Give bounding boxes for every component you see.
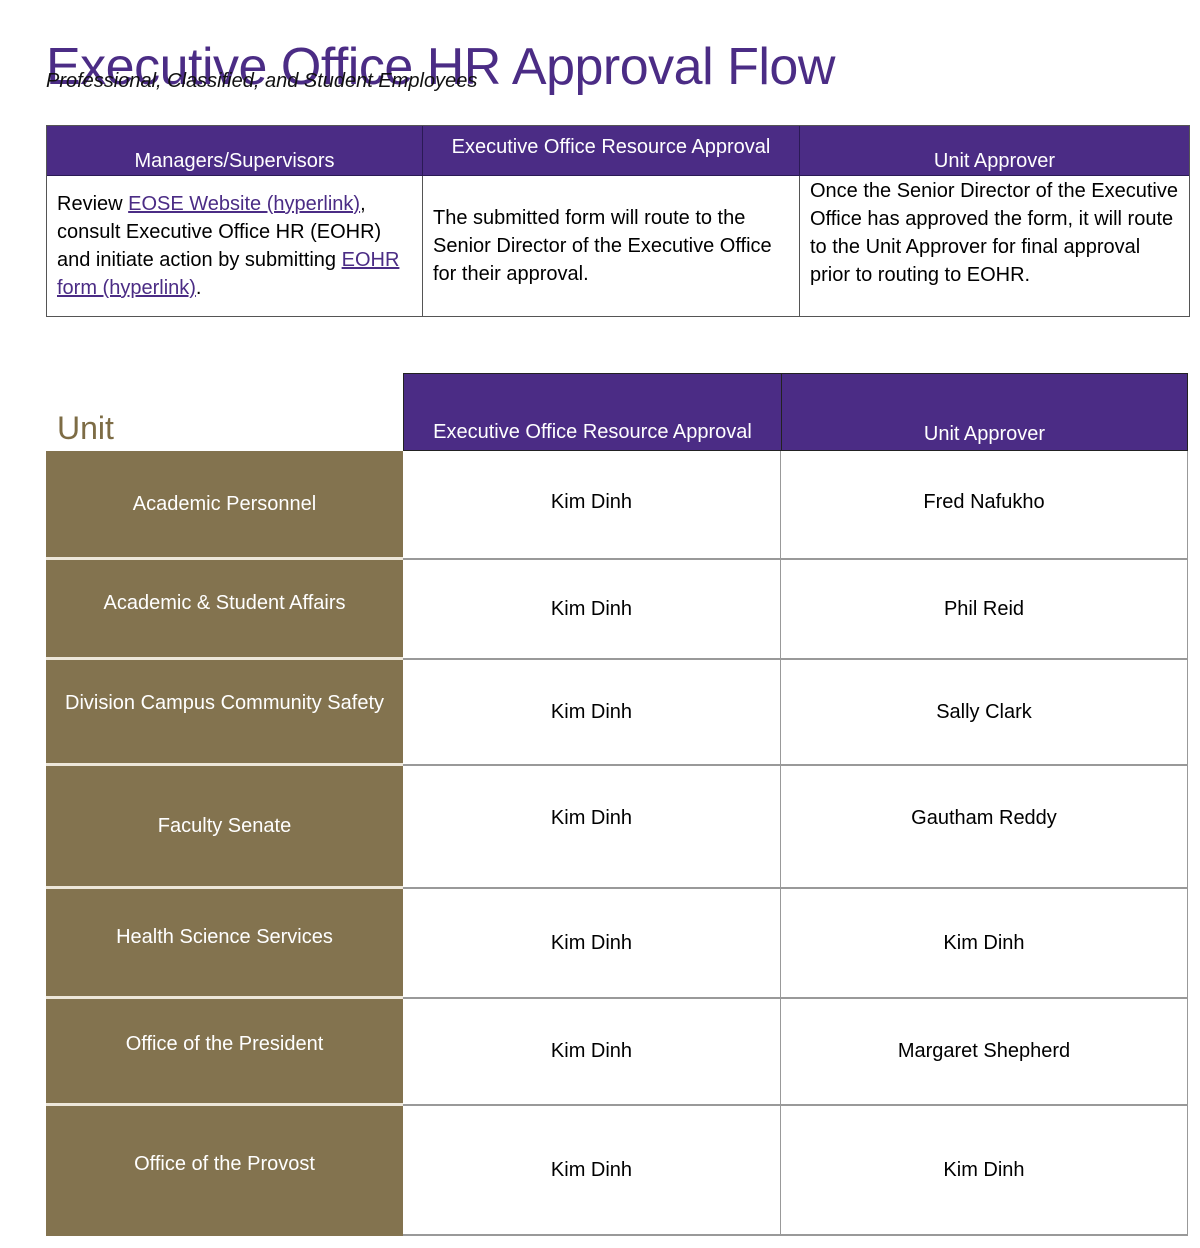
table-row: Health Science Services Kim Dinh Kim Din… [46,889,1188,999]
unit-approver-cell: Fred Nafukho [781,451,1188,560]
flow-cell-resource-approval: The submitted form will route to the Sen… [423,176,800,316]
flow-text-review: Review [57,193,129,215]
unit-approver-cell: Sally Clark [781,660,1188,766]
flow-header-resource-approval: Executive Office Resource Approval [423,126,800,176]
table-row: Academic & Student Affairs Kim Dinh Phil… [46,560,1188,660]
resource-approval-cell: Kim Dinh [403,560,781,660]
flow-text-resource-approval: The submitted form will route to the Sen… [433,207,772,285]
unit-approver-cell: Kim Dinh [781,1106,1188,1236]
flow-cell-unit-approver: Once the Senior Director of the Executiv… [800,176,1189,316]
flow-header-managers: Managers/Supervisors [47,126,423,176]
flow-cell-managers: Review EOSE Website (hyperlink), consult… [47,176,423,316]
approver-table-header: Executive Office Resource Approval Unit … [403,373,1188,451]
eose-website-link[interactable]: EOSE Website (hyperlink) [128,193,360,215]
resource-approval-cell: Kim Dinh [403,660,781,766]
unit-approver-cell: Gautham Reddy [781,766,1188,889]
resource-approval-cell: Kim Dinh [403,766,781,889]
header-unit-approver: Unit Approver [923,423,1046,445]
unit-cell: Office of the Provost [46,1106,403,1236]
resource-approval-cell: Kim Dinh [403,999,781,1106]
unit-cell: Academic Personnel [46,451,403,560]
page-subtitle: Professional, Classified, and Student Em… [46,70,478,92]
table-row: Academic Personnel Kim Dinh Fred Nafukho [46,451,1188,560]
flow-text-end: . [195,277,202,299]
table-row: Faculty Senate Kim Dinh Gautham Reddy [46,766,1188,889]
unit-approver-cell: Kim Dinh [781,889,1188,999]
unit-cell: Health Science Services [46,889,403,999]
unit-cell: Office of the President [46,999,403,1106]
resource-approval-cell: Kim Dinh [403,1106,781,1236]
unit-approver-cell: Margaret Shepherd [781,999,1188,1106]
unit-approver-cell: Phil Reid [781,560,1188,660]
unit-cell: Division Campus Community Safety [46,660,403,766]
unit-column-label: Unit [57,410,114,446]
table-row: Office of the Provost Kim Dinh Kim Dinh [46,1106,1188,1236]
table-row: Division Campus Community Safety Kim Din… [46,660,1188,766]
unit-cell: Faculty Senate [46,766,403,889]
resource-approval-cell: Kim Dinh [403,451,781,560]
approver-table-body: Academic Personnel Kim Dinh Fred Nafukho… [46,451,1188,1236]
flow-header-unit-approver: Unit Approver [800,126,1189,176]
table-row: Office of the President Kim Dinh Margare… [46,999,1188,1106]
approval-flow-table: Managers/Supervisors Executive Office Re… [46,125,1190,317]
header-resource-approval: Executive Office Resource Approval [404,374,782,450]
unit-cell: Academic & Student Affairs [46,560,403,660]
flow-text-unit-approver: Once the Senior Director of the Executiv… [810,180,1178,286]
resource-approval-cell: Kim Dinh [403,889,781,999]
